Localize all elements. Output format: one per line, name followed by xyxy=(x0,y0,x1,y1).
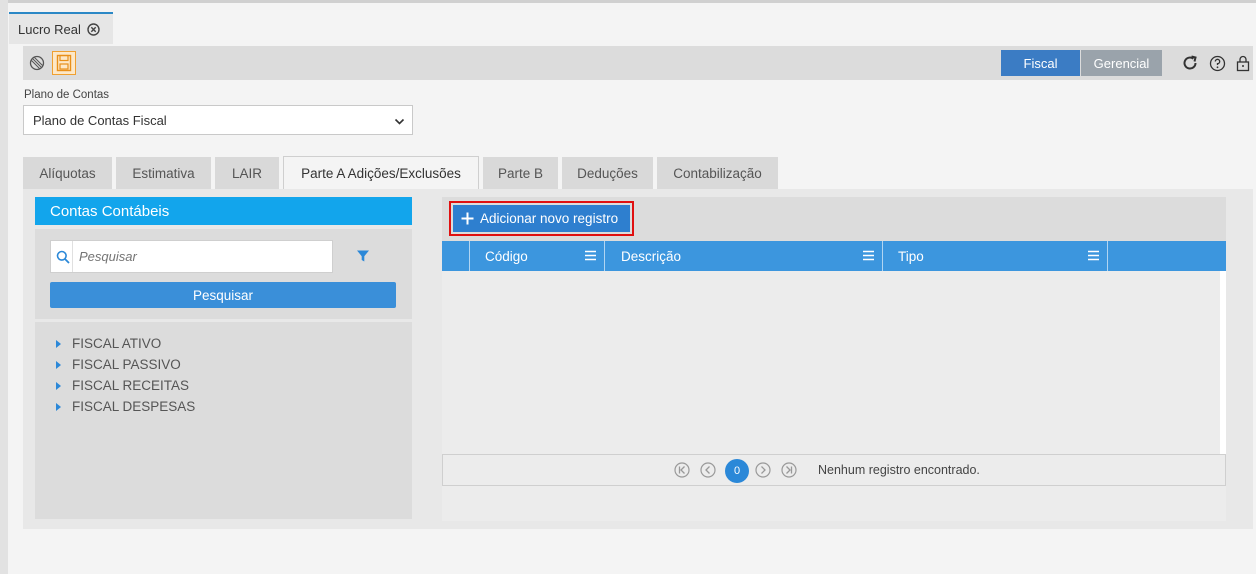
previous-page-icon[interactable] xyxy=(700,462,716,478)
grid-select-column xyxy=(442,241,470,271)
mode-toggle: Fiscal Gerencial xyxy=(1001,50,1162,76)
add-record-highlight: Adicionar novo registro xyxy=(449,201,634,236)
column-menu-icon xyxy=(585,250,596,261)
block-icon[interactable] xyxy=(25,51,49,75)
plano-de-contas-label: Plano de Contas xyxy=(24,89,110,101)
search-icon xyxy=(53,241,73,272)
pager-status: Nenhum registro encontrado. xyxy=(818,463,980,477)
tab-estimativa[interactable]: Estimativa xyxy=(116,157,211,189)
caret-right-icon[interactable] xyxy=(56,402,61,411)
tree-item[interactable]: FISCAL ATIVO xyxy=(55,333,195,354)
save-button[interactable] xyxy=(52,51,76,75)
close-icon[interactable] xyxy=(87,22,100,36)
save-icon xyxy=(56,54,72,72)
grid-header: Código Descrição Tipo xyxy=(442,241,1226,271)
tree-item-label: FISCAL RECEITAS xyxy=(72,378,190,393)
window-tab-title: Lucro Real xyxy=(18,21,81,37)
chevron-down-icon xyxy=(394,115,405,130)
next-page-icon[interactable] xyxy=(755,462,771,478)
filter-icon[interactable] xyxy=(356,249,372,265)
column-codigo[interactable]: Código xyxy=(470,241,605,271)
tree-item-label: FISCAL ATIVO xyxy=(72,336,162,351)
plano-selected-value: Plano de Contas Fiscal xyxy=(33,112,167,128)
tab-parte-a[interactable]: Parte A Adições/Exclusões xyxy=(283,156,479,189)
grid-body xyxy=(442,271,1220,454)
grid-scrollbar[interactable] xyxy=(1220,271,1226,454)
column-descricao[interactable]: Descrição xyxy=(605,241,883,271)
column-menu-icon xyxy=(1088,250,1099,261)
window-tab[interactable]: Lucro Real xyxy=(9,12,113,44)
current-page[interactable]: 0 xyxy=(725,459,749,483)
tree-item[interactable]: FISCAL RECEITAS xyxy=(55,375,195,396)
top-border xyxy=(0,0,1256,3)
first-page-icon[interactable] xyxy=(674,462,690,478)
search-box[interactable] xyxy=(50,240,333,273)
add-record-button[interactable]: Adicionar novo registro xyxy=(453,205,630,232)
tab-parte-b[interactable]: Parte B xyxy=(483,157,558,189)
left-border xyxy=(0,0,8,574)
tab-bar: Alíquotas Estimativa LAIR Parte A Adiçõe… xyxy=(23,156,782,189)
column-menu-icon xyxy=(863,250,874,261)
contas-contabeis-header: Contas Contábeis xyxy=(35,197,412,225)
caret-right-icon[interactable] xyxy=(56,360,61,369)
tree-item-label: FISCAL PASSIVO xyxy=(72,357,181,372)
tab-lair[interactable]: LAIR xyxy=(215,157,279,189)
tab-deducoes[interactable]: Deduções xyxy=(562,157,653,189)
tree-item-label: FISCAL DESPESAS xyxy=(72,399,196,414)
pager: 0 Nenhum registro encontrado. xyxy=(442,454,1226,486)
gerencial-button[interactable]: Gerencial xyxy=(1081,50,1162,76)
column-header-label: Tipo xyxy=(898,248,924,264)
tab-aliquotas[interactable]: Alíquotas xyxy=(23,157,112,189)
tree-item[interactable]: FISCAL PASSIVO xyxy=(55,354,195,375)
accounts-tree: FISCAL ATIVO FISCAL PASSIVO FISCAL RECEI… xyxy=(55,333,195,417)
caret-right-icon[interactable] xyxy=(56,381,61,390)
toolbar: Fiscal Gerencial xyxy=(23,46,1253,80)
tab-contabilizacao[interactable]: Contabilização xyxy=(657,157,778,189)
column-header-label: Código xyxy=(485,248,528,264)
caret-right-icon[interactable] xyxy=(56,339,61,348)
column-header-label: Descrição xyxy=(621,248,682,264)
tree-item[interactable]: FISCAL DESPESAS xyxy=(55,396,195,417)
search-input[interactable] xyxy=(77,248,327,265)
add-record-label: Adicionar novo registro xyxy=(480,211,619,226)
help-icon[interactable] xyxy=(1208,54,1226,72)
fiscal-button[interactable]: Fiscal xyxy=(1001,50,1080,76)
pesquisar-button[interactable]: Pesquisar xyxy=(50,282,396,308)
plano-de-contas-select[interactable]: Plano de Contas Fiscal xyxy=(23,105,413,135)
lock-icon[interactable] xyxy=(1234,54,1252,72)
last-page-icon[interactable] xyxy=(781,462,797,478)
plus-icon xyxy=(461,212,474,225)
column-tipo[interactable]: Tipo xyxy=(883,241,1108,271)
refresh-icon[interactable] xyxy=(1181,54,1199,72)
